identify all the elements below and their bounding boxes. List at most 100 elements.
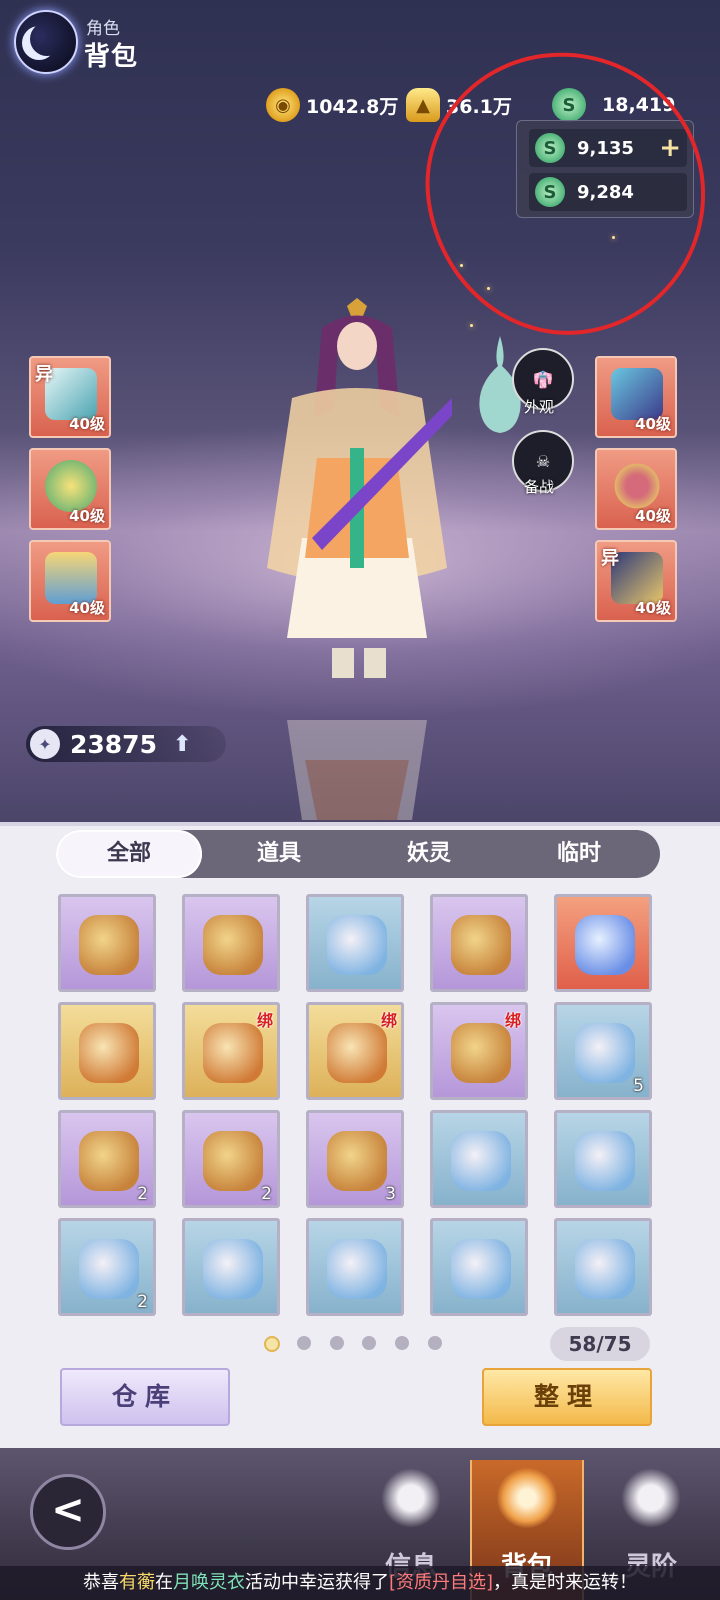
wind-book-icon [203, 1239, 263, 1299]
character-model[interactable] [262, 288, 452, 718]
item-slot[interactable] [182, 1218, 280, 1316]
thunder-book-icon [327, 1239, 387, 1299]
cloud-book-icon [451, 1239, 511, 1299]
card-icon [79, 1023, 139, 1083]
item-slot[interactable] [430, 1218, 528, 1316]
pancake-icon [79, 915, 139, 975]
item-count: 3 [385, 1184, 396, 1204]
appearance-label: 外观 [524, 398, 555, 416]
arrow-up-icon: ⬆ [172, 731, 192, 757]
item-slot[interactable] [554, 894, 652, 992]
equip-level: 40级 [69, 507, 105, 525]
item-slot[interactable] [554, 1110, 652, 1208]
gold-ingot-icon: ▲ [406, 88, 440, 122]
ticker-player-name: 有蘅 [118, 1572, 155, 1593]
white-flower-icon [575, 1131, 635, 1191]
copper-coin-icon: ◉ [266, 88, 300, 122]
item-slot[interactable] [430, 1110, 528, 1208]
leaf-book-icon [575, 1239, 635, 1299]
tab-items[interactable]: 道具 [204, 830, 354, 878]
equip-level: 40级 [635, 599, 671, 617]
flame-icon [621, 1468, 681, 1528]
book-icon [327, 1131, 387, 1191]
item-slot[interactable]: 5 [554, 1002, 652, 1100]
item-slot[interactable] [554, 1218, 652, 1316]
battle-icon: ☠ [535, 451, 551, 471]
ticker-text: 在 [154, 1572, 173, 1593]
bound-badge: 绑 [504, 1011, 521, 1030]
equip-level: 40级 [69, 415, 105, 433]
back-arrow-icon[interactable]: < [30, 1474, 106, 1550]
equip-slot-boots[interactable]: 异 40级 [29, 356, 111, 438]
page-dot[interactable] [297, 1336, 311, 1350]
power-icon: ✦ [30, 729, 60, 759]
role-avatar[interactable] [14, 10, 78, 74]
item-count: 5 [633, 1076, 644, 1096]
tab-all[interactable]: 全部 [56, 830, 202, 878]
yellow-flower-icon [79, 1239, 139, 1299]
sparkle [470, 324, 473, 327]
tab-temporary[interactable]: 临时 [504, 830, 654, 878]
rose-icon [451, 1023, 511, 1083]
equip-slot-helmet[interactable]: 40级 [29, 540, 111, 622]
ticker-event-name: 月唤灵衣 [172, 1572, 245, 1593]
bag-icon [497, 1468, 557, 1528]
blue-orb-icon [327, 1023, 387, 1083]
item-slot[interactable] [58, 1002, 156, 1100]
exotic-badge: 异 [35, 364, 53, 385]
bamboo-icon [451, 1131, 511, 1191]
storage-button[interactable]: 仓库 [60, 1368, 230, 1426]
equip-level: 40级 [635, 415, 671, 433]
fist-icon [381, 1468, 441, 1528]
item-slot[interactable] [306, 1218, 404, 1316]
ticker-text: ，真是时来运转！ [493, 1572, 638, 1593]
bound-badge: 绑 [380, 1011, 397, 1030]
item-slot[interactable]: 2 [58, 1110, 156, 1208]
green-orb-icon [575, 1023, 635, 1083]
page-dot[interactable] [362, 1336, 376, 1350]
announcement-ticker: 恭喜有蘅在月唤灵衣活动中幸运获得了[资质丹自选]，真是时来运转！ [0, 1566, 720, 1600]
item-slot[interactable]: 绑 [306, 1002, 404, 1100]
ticker-text: 恭喜 [82, 1572, 119, 1593]
power-value: 23875 [70, 729, 157, 759]
item-slot[interactable] [182, 894, 280, 992]
item-slot[interactable] [58, 894, 156, 992]
item-slot[interactable] [430, 894, 528, 992]
pouch-icon [203, 1131, 263, 1191]
crystal-flower-icon [575, 915, 635, 975]
item-slot[interactable]: 绑 [430, 1002, 528, 1100]
item-slot[interactable]: 2 [182, 1110, 280, 1208]
item-slot[interactable]: 2 [58, 1218, 156, 1316]
item-slot[interactable] [306, 894, 404, 992]
item-slot[interactable]: 绑 [182, 1002, 280, 1100]
item-count: 2 [137, 1184, 148, 1204]
sort-button[interactable]: 整理 [482, 1368, 652, 1426]
combat-power[interactable]: ✦ 23875 ⬆ [26, 726, 226, 762]
card-icon [203, 1023, 263, 1083]
equip-level: 40级 [635, 507, 671, 525]
meat-roll-icon [327, 915, 387, 975]
equip-slot-bracer[interactable]: 异 40级 [595, 540, 677, 622]
equip-slot-armor[interactable]: 40级 [595, 356, 677, 438]
clothes-icon: 👘 [533, 369, 553, 389]
ticker-text: 活动中幸运获得了 [244, 1572, 389, 1593]
bag-capacity: 58/75 [550, 1327, 650, 1361]
tab-spirits[interactable]: 妖灵 [354, 830, 504, 878]
page-dot-active[interactable] [264, 1336, 280, 1352]
item-slot[interactable]: 3 [306, 1110, 404, 1208]
equip-slot-necklace[interactable]: 40级 [29, 448, 111, 530]
equip-level: 40级 [69, 599, 105, 617]
currency-value: 1042.8万 [306, 95, 399, 118]
item-count: 2 [261, 1184, 272, 1204]
ticker-item-name: [资质丹自选] [388, 1572, 494, 1593]
page-dot[interactable] [428, 1336, 442, 1350]
page-title: 背包 [84, 42, 139, 72]
bound-badge: 绑 [256, 1011, 273, 1030]
page-dot[interactable] [395, 1336, 409, 1350]
page-dot[interactable] [330, 1336, 344, 1350]
character-reflection [287, 720, 427, 820]
currency-copper[interactable]: ◉ 1042.8万 [266, 88, 398, 122]
exotic-badge: 异 [601, 548, 619, 569]
gem-icon [79, 1131, 139, 1191]
equip-slot-ring[interactable]: 40级 [595, 448, 677, 530]
